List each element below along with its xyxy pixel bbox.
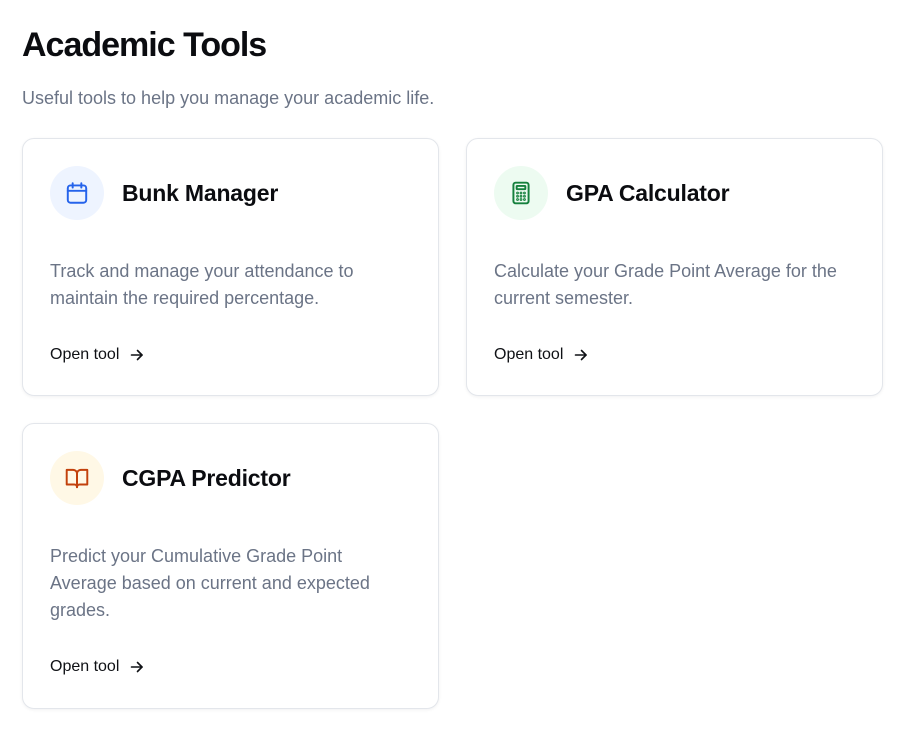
card-description: Predict your Cumulative Grade Point Aver… bbox=[50, 546, 370, 620]
open-tool-label: Open tool bbox=[494, 346, 564, 363]
open-tool-link[interactable]: Open tool bbox=[494, 346, 589, 364]
open-tool-label: Open tool bbox=[50, 658, 120, 675]
tool-card-gpa-calculator[interactable]: GPA Calculator Calculate your Grade Poin… bbox=[466, 138, 883, 396]
calendar-icon bbox=[50, 166, 104, 220]
card-description: Calculate your Grade Point Average for t… bbox=[494, 261, 837, 308]
card-title: GPA Calculator bbox=[566, 179, 730, 206]
card-header: Bunk Manager bbox=[50, 166, 411, 220]
tool-card-cgpa-predictor[interactable]: CGPA Predictor Predict your Cumulative G… bbox=[22, 423, 439, 709]
arrow-right-icon bbox=[129, 347, 145, 363]
card-header: GPA Calculator bbox=[494, 166, 855, 220]
open-tool-link[interactable]: Open tool bbox=[50, 346, 145, 364]
book-open-icon bbox=[50, 451, 104, 505]
open-tool-link[interactable]: Open tool bbox=[50, 658, 145, 676]
card-title: CGPA Predictor bbox=[122, 464, 291, 491]
calculator-icon bbox=[494, 166, 548, 220]
academic-tools-page: Academic Tools Useful tools to help you … bbox=[0, 0, 905, 743]
card-description: Track and manage your attendance to main… bbox=[50, 261, 354, 308]
open-tool-label: Open tool bbox=[50, 346, 120, 363]
card-title: Bunk Manager bbox=[122, 179, 279, 206]
tool-card-bunk-manager[interactable]: Bunk Manager Track and manage your atten… bbox=[22, 138, 439, 396]
card-header: CGPA Predictor bbox=[50, 451, 411, 505]
page-subtitle: Useful tools to help you manage your aca… bbox=[22, 88, 435, 108]
arrow-right-icon bbox=[129, 659, 145, 675]
arrow-right-icon bbox=[573, 347, 589, 363]
page-title: Academic Tools bbox=[22, 26, 267, 64]
